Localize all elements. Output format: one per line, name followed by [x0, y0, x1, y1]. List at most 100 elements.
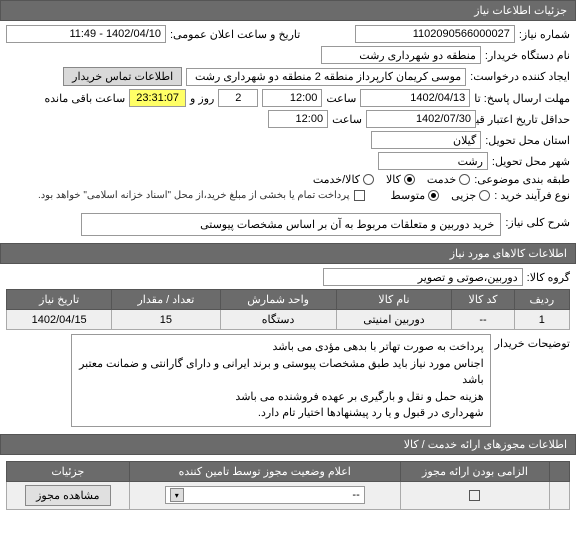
row-need-no: شماره نیاز: 1102090566000027 تاریخ و ساع…: [6, 25, 570, 43]
radio-dot-icon: [479, 190, 490, 201]
status-select-value: --: [352, 489, 359, 501]
min-validity-time-field: 12:00: [268, 110, 328, 128]
col-blank: [550, 461, 570, 481]
radio-dot-selected-icon: [428, 190, 439, 201]
deadline-time-label: ساعت: [326, 92, 356, 105]
city-label: شهر محل تحویل:: [492, 155, 570, 168]
payment-note: پرداخت تمام یا بخشی از مبلغ خرید،از محل …: [38, 190, 350, 201]
radio-small-label: جزیی: [451, 189, 476, 202]
buyer-org-field: منطقه دو شهرداری رشت: [321, 46, 481, 64]
process-label: نوع فرآیند خرید :: [494, 189, 570, 202]
need-no-label: شماره نیاز:: [519, 28, 570, 41]
topic-class-label: طبقه بندی موضوعی:: [474, 173, 570, 186]
radio-both-label: کالا/خدمت: [313, 173, 360, 186]
radio-service[interactable]: خدمت: [427, 173, 470, 186]
notes-label: توضیحات خریدار: [495, 334, 570, 350]
cell-date: 1402/04/15: [7, 310, 112, 330]
radio-goods-label: کالا: [386, 173, 401, 186]
days-field: 2: [218, 89, 258, 107]
row-deadline: مهلت ارسال پاسخ: تا 1402/04/13 ساعت 12:0…: [6, 89, 570, 107]
required-checkbox[interactable]: [469, 490, 480, 501]
row-group: گروه کالا: دوربین،صوتی و تصویر: [6, 268, 570, 286]
cell-row: 1: [514, 310, 569, 330]
goods-table: ردیف کد کالا نام کالا واحد شمارش تعداد /…: [6, 289, 570, 330]
group-field: دوربین،صوتی و تصویر: [323, 268, 523, 286]
cell-required: [400, 481, 549, 509]
min-validity-date-field: 1402/07/30: [366, 110, 476, 128]
deadline-date-field: 1402/04/13: [360, 89, 470, 107]
announce-field: 1402/04/10 - 11:49: [6, 25, 166, 43]
form-area: شماره نیاز: 1102090566000027 تاریخ و ساع…: [0, 21, 576, 243]
min-validity-label: حداقل تاریخ اعتبار قیمت: تا تاریخ:: [480, 113, 570, 126]
radio-small[interactable]: جزیی: [451, 189, 490, 202]
row-buyer-org: نام دستگاه خریدار: منطقه دو شهرداری رشت: [6, 46, 570, 64]
cell-code: --: [452, 310, 514, 330]
province-field: گیلان: [371, 131, 481, 149]
cell-qty: 15: [112, 310, 220, 330]
radio-dot-selected-icon: [404, 174, 415, 185]
province-label: استان محل تحویل:: [485, 134, 570, 147]
cell-unit: دستگاه: [220, 310, 336, 330]
min-validity-time-label: ساعت: [332, 113, 362, 126]
radio-service-label: خدمت: [427, 173, 456, 186]
notes-line: شهرداری در قبول و یا رد پیشنهادها اختیار…: [78, 405, 484, 422]
notes-line: پرداخت به صورت تهاتر با بدهی مؤدی می باش…: [78, 339, 484, 356]
radio-both[interactable]: کالا/خدمت: [313, 173, 374, 186]
chevron-down-icon: ▾: [170, 488, 184, 502]
row-topic-class: طبقه بندی موضوعی: خدمت کالا کالا/خدمت: [6, 173, 570, 186]
col-date: تاریخ نیاز: [7, 290, 112, 310]
notes-box: پرداخت به صورت تهاتر با بدهی مؤدی می باش…: [71, 334, 491, 427]
cell-details: مشاهده مجوز: [7, 481, 130, 509]
radio-goods[interactable]: کالا: [386, 173, 415, 186]
permits-table: الزامی بودن ارائه مجوز اعلام وضعیت مجوز …: [6, 461, 570, 510]
col-unit: واحد شمارش: [220, 290, 336, 310]
deadline-time-field: 12:00: [262, 89, 322, 107]
summary-label: شرح کلی نیاز:: [505, 213, 570, 229]
city-field: رشت: [378, 152, 488, 170]
permits-area: الزامی بودن ارائه مجوز اعلام وضعیت مجوز …: [0, 455, 576, 514]
announce-label: تاریخ و ساعت اعلان عمومی:: [170, 28, 300, 41]
group-label: گروه کالا:: [527, 271, 570, 284]
summary-box: خرید دوربین و متعلقات مربوط به آن بر اسا…: [81, 213, 501, 236]
col-row: ردیف: [514, 290, 569, 310]
section-header-permits: اطلاعات مجوزهای ارائه خدمت / کالا: [0, 434, 576, 455]
row-min-validity: حداقل تاریخ اعتبار قیمت: تا تاریخ: 1402/…: [6, 110, 570, 128]
view-permit-button[interactable]: مشاهده مجوز: [25, 485, 110, 506]
notes-line: اجناس مورد نیاز باید طبق مشخصات پیوستی و…: [78, 356, 484, 389]
permits-header-row: الزامی بودن ارائه مجوز اعلام وضعیت مجوز …: [7, 461, 570, 481]
row-summary: شرح کلی نیاز: خرید دوربین و متعلقات مربو…: [6, 213, 570, 236]
cell-blank: [550, 481, 570, 509]
buyer-org-label: نام دستگاه خریدار:: [485, 49, 570, 62]
col-required: الزامی بودن ارائه مجوز: [400, 461, 549, 481]
section-header-goods: اطلاعات کالاهای مورد نیاز: [0, 243, 576, 264]
col-name: نام کالا: [336, 290, 452, 310]
goods-area: گروه کالا: دوربین،صوتی و تصویر ردیف کد ک…: [0, 264, 576, 434]
row-process: نوع فرآیند خرید : جزیی متوسط پرداخت تمام…: [6, 189, 570, 202]
creator-label: ایجاد کننده درخواست:: [470, 70, 570, 83]
table-row[interactable]: -- ▾ مشاهده مجوز: [7, 481, 570, 509]
countdown-field: 23:31:07: [129, 89, 186, 107]
row-city: شهر محل تحویل: رشت: [6, 152, 570, 170]
radio-medium[interactable]: متوسط: [391, 189, 440, 202]
need-no-field: 1102090566000027: [355, 25, 515, 43]
treasury-checkbox[interactable]: [354, 190, 365, 201]
col-details: جزئیات: [7, 461, 130, 481]
deadline-label: مهلت ارسال پاسخ: تا: [474, 92, 570, 105]
creator-field: موسی کریمان کارپرداز منطقه 2 منطقه دو شه…: [186, 68, 466, 86]
remain-label: ساعت باقی مانده: [44, 92, 125, 105]
col-status: اعلام وضعیت مجوز توسط تامین کننده: [129, 461, 400, 481]
col-qty: تعداد / مقدار: [112, 290, 220, 310]
row-province: استان محل تحویل: گیلان: [6, 131, 570, 149]
section-header-main: جزئیات اطلاعات نیاز: [0, 0, 576, 21]
col-code: کد کالا: [452, 290, 514, 310]
table-row[interactable]: 1 -- دوربین امنیتی دستگاه 15 1402/04/15: [7, 310, 570, 330]
days-label: روز و: [190, 92, 214, 105]
status-select[interactable]: -- ▾: [165, 486, 365, 504]
goods-table-header-row: ردیف کد کالا نام کالا واحد شمارش تعداد /…: [7, 290, 570, 310]
radio-medium-label: متوسط: [391, 189, 426, 202]
cell-status: -- ▾: [129, 481, 400, 509]
contact-buyer-button[interactable]: اطلاعات تماس خریدار: [63, 67, 182, 86]
row-notes: توضیحات خریدار پرداخت به صورت تهاتر با ب…: [6, 334, 570, 427]
row-creator: ایجاد کننده درخواست: موسی کریمان کارپردا…: [6, 67, 570, 86]
cell-name: دوربین امنیتی: [336, 310, 452, 330]
